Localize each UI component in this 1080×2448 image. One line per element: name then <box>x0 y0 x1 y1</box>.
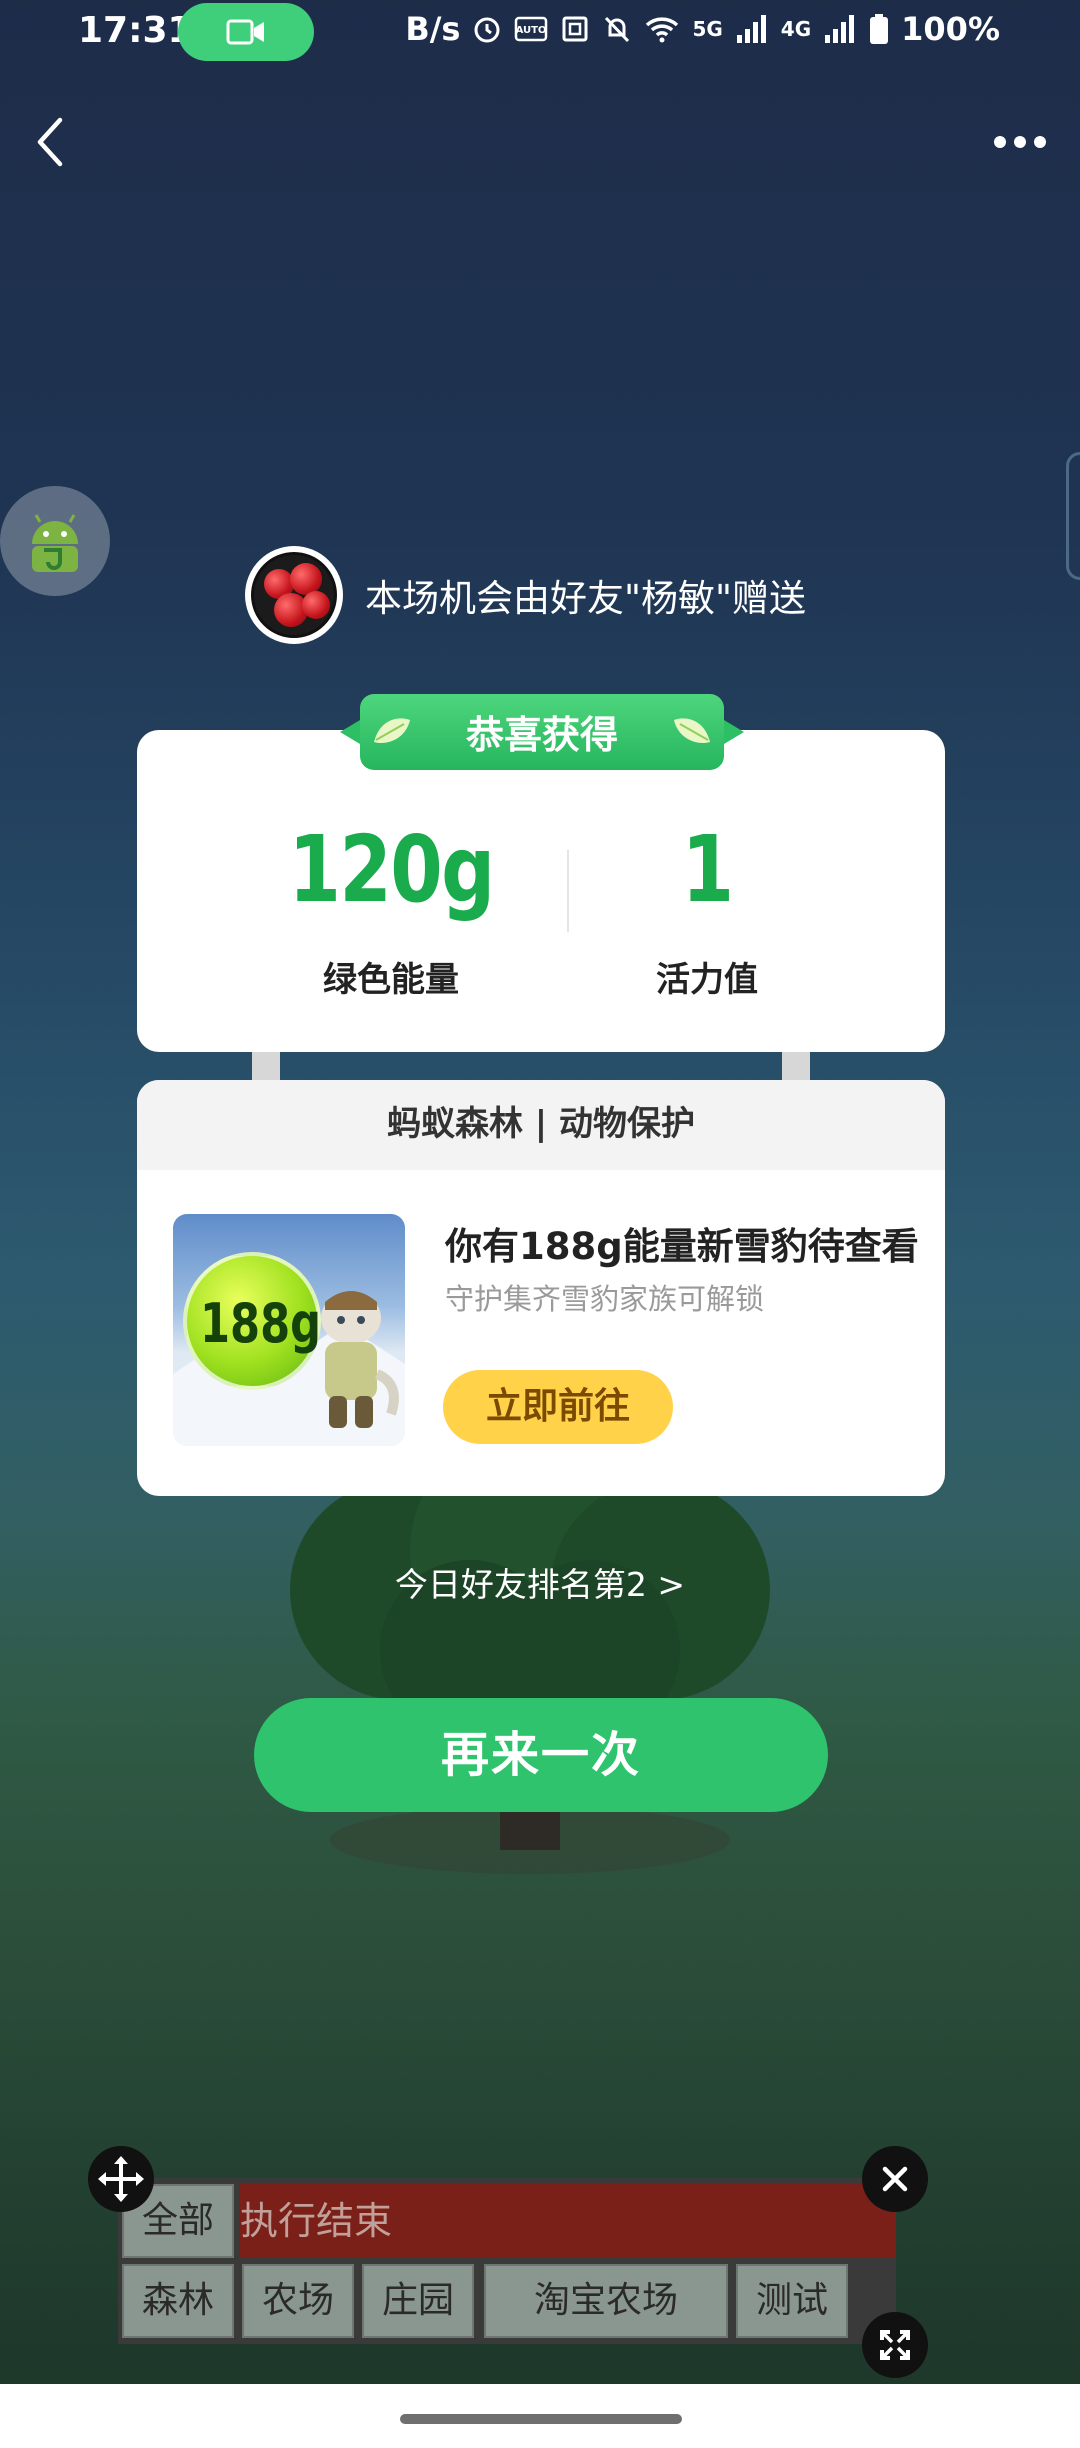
execution-log: 执行结束 <box>240 2184 896 2258</box>
more-dot-icon <box>994 136 1006 148</box>
panel-tab-test[interactable]: 测试 <box>736 2264 848 2338</box>
alarm-icon <box>474 17 500 43</box>
video-camera-icon <box>226 19 264 45</box>
vitality-value: 1 <box>681 816 734 923</box>
nfc-icon <box>562 16 588 42</box>
more-dot-icon <box>1034 136 1046 148</box>
panel-tab-forest[interactable]: 森林 <box>122 2264 234 2338</box>
wifi-icon <box>646 17 679 43</box>
congrats-title: 恭喜获得 <box>465 713 618 757</box>
gift-message: 本场机会由好友"杨敏"赠送 <box>365 577 807 620</box>
screen-record-indicator[interactable] <box>178 3 314 61</box>
forest-promo-card[interactable]: 蚂蚁森林 | 动物保护 188g 你有188g能量新雪豹待查看 守护集齐雪豹家族… <box>137 1080 945 1496</box>
energy-ball-text: 188g <box>200 1292 322 1355</box>
energy-value: 120g <box>288 816 496 923</box>
sim2-type: 4G <box>780 17 812 41</box>
energy-stat: 120g 绿色能量 <box>251 820 531 1001</box>
forest-card-header: 蚂蚁森林 | 动物保护 <box>137 1080 945 1170</box>
energy-label: 绿色能量 <box>323 960 459 1000</box>
panel-tab-manor[interactable]: 庄园 <box>362 2264 474 2338</box>
friend-avatar[interactable] <box>245 546 343 644</box>
panel-close-button[interactable] <box>862 2146 928 2212</box>
panel-tab-taobao-farm[interactable]: 淘宝农场 <box>484 2264 728 2338</box>
sim1-type: 5G <box>692 17 723 41</box>
svg-text:AUTO: AUTO <box>516 25 547 36</box>
gift-info: 本场机会由好友"杨敏"赠送 <box>245 546 806 644</box>
vitality-stat: 1 活力值 <box>567 820 847 1001</box>
go-now-button[interactable]: 立即前往 <box>443 1370 673 1444</box>
battery-icon <box>870 14 889 44</box>
android-script-icon <box>32 514 78 572</box>
close-icon <box>882 2166 908 2192</box>
back-button[interactable] <box>28 112 76 172</box>
home-gesture-bar[interactable] <box>400 2414 682 2424</box>
energy-ball: 188g <box>183 1252 321 1390</box>
vitality-label: 活力值 <box>656 960 758 1000</box>
more-options-button[interactable] <box>990 122 1050 162</box>
auto-hz-icon: AUTO <box>515 16 548 42</box>
net-speed: B/s <box>405 10 461 48</box>
reward-card: 120g 绿色能量 1 活力值 <box>137 730 945 1052</box>
battery-level: 100% <box>901 10 1000 48</box>
status-bar: 17:31 B/s AUTO 5G 4G 100% <box>0 0 1080 66</box>
panel-resize-button[interactable] <box>862 2312 928 2378</box>
forest-card-title: 你有188g能量新雪豹待查看 <box>445 1225 919 1268</box>
forest-card-subtitle: 守护集齐雪豹家族可解锁 <box>445 1282 765 1316</box>
panel-tab-farm[interactable]: 农场 <box>242 2264 354 2338</box>
status-time: 17:31 <box>78 10 193 51</box>
move-arrows-icon <box>98 2156 144 2202</box>
card-post-left <box>252 1052 280 1082</box>
congrats-ribbon: 恭喜获得 <box>340 694 744 770</box>
snow-leopard-thumbnail[interactable]: 188g <box>173 1214 405 1446</box>
more-dot-icon <box>1014 136 1026 148</box>
floating-bubble[interactable] <box>0 486 110 596</box>
navigation-bar <box>0 2384 1080 2448</box>
expand-icon <box>880 2330 910 2360</box>
tree-illustration <box>290 1480 770 1874</box>
friend-ranking-link[interactable]: 今日好友排名第2 > <box>0 1558 1080 1606</box>
play-again-button[interactable]: 再来一次 <box>254 1698 828 1812</box>
signal-icon-sim2 <box>825 15 855 43</box>
chevron-left-icon <box>37 117 63 167</box>
signal-icon-sim1 <box>736 15 766 43</box>
panel-move-handle[interactable] <box>88 2146 154 2212</box>
card-post-right <box>782 1052 810 1082</box>
raspberry-avatar-image <box>251 552 337 638</box>
status-icons: B/s AUTO 5G 4G 100% <box>405 10 1000 48</box>
side-drawer-handle[interactable] <box>1066 452 1080 580</box>
mute-bell-icon <box>605 16 630 43</box>
snow-leopard-image <box>321 1291 399 1428</box>
